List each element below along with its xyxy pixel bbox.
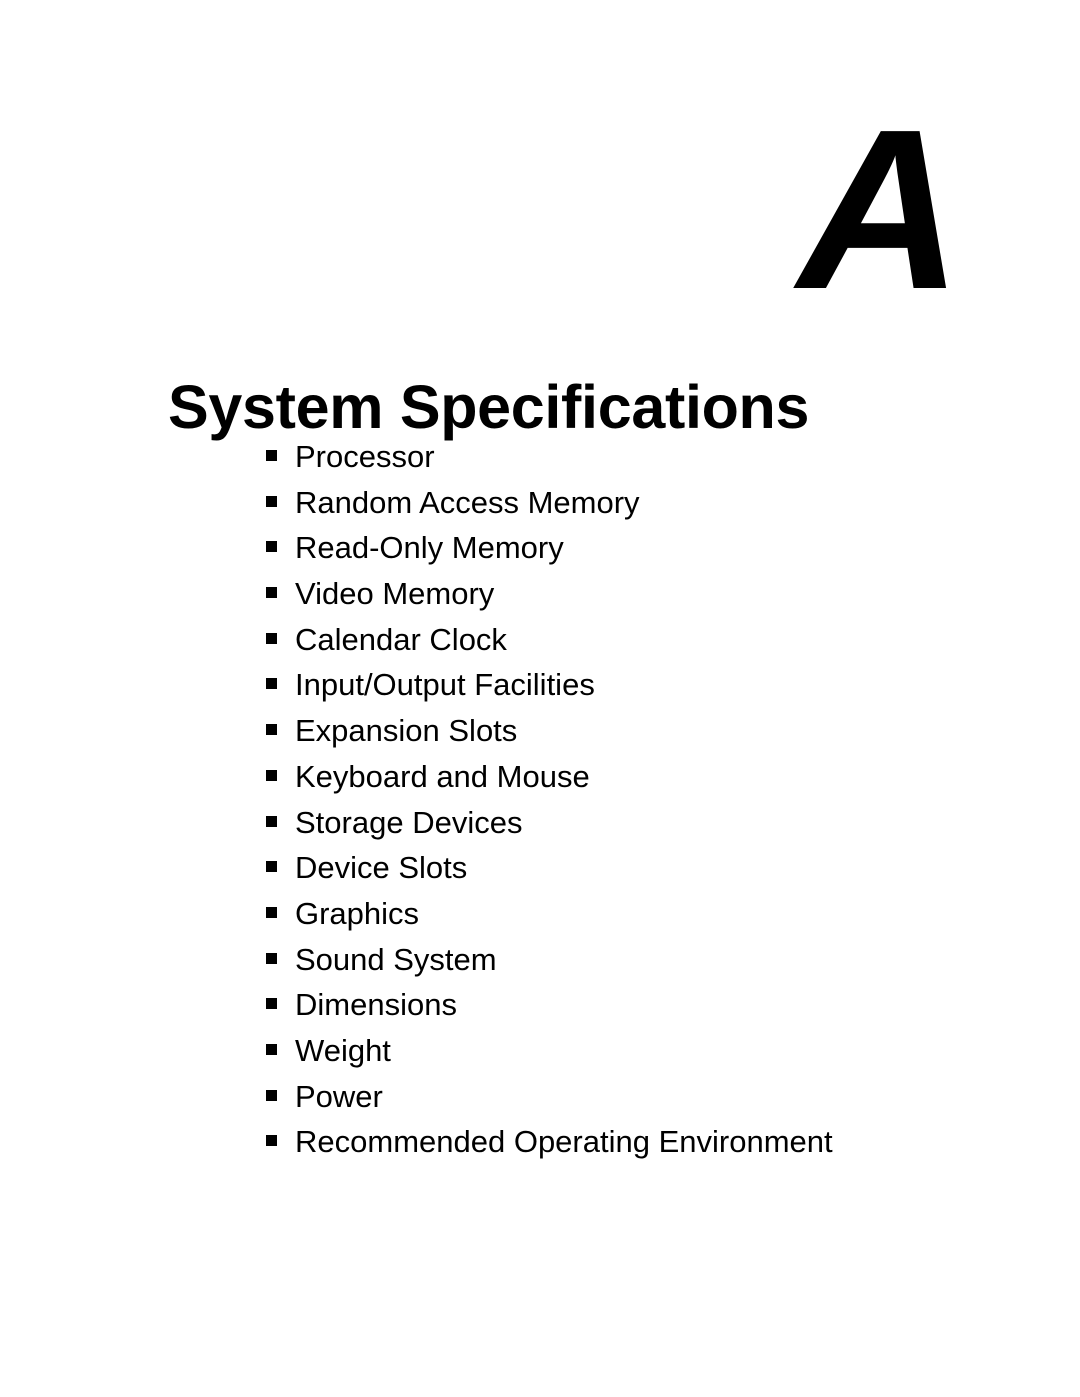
square-bullet-icon [266,815,277,827]
list-item[interactable]: Read-Only Memory [266,525,833,571]
list-item[interactable]: Expansion Slots [266,708,833,754]
list-item-label: Graphics [295,895,420,931]
list-item-label: Dimensions [295,987,457,1023]
square-bullet-icon [266,906,277,918]
list-item[interactable]: Weight [266,1028,833,1074]
list-item[interactable]: Power [266,1074,833,1120]
list-item-label: Calendar Clock [295,621,507,657]
square-bullet-icon [266,1089,277,1101]
list-item-label: Power [295,1078,383,1114]
list-item[interactable]: Device Slots [266,845,833,891]
list-item-label: Storage Devices [295,804,523,840]
list-item-label: Video Memory [295,576,495,612]
page-title: System Specifications [168,372,810,441]
list-item-label: Random Access Memory [295,484,640,520]
list-item[interactable]: Keyboard and Mouse [266,754,833,800]
square-bullet-icon [266,769,277,781]
chapter-contents-list: Processor Random Access Memory Read-Only M… [266,434,833,1165]
list-item-label: Weight [295,1032,391,1068]
list-item[interactable]: Video Memory [266,571,833,617]
list-item[interactable]: Calendar Clock [266,617,833,663]
list-item[interactable]: Random Access Memory [266,480,833,526]
list-item[interactable]: Sound System [266,937,833,983]
square-bullet-icon [266,1043,277,1055]
square-bullet-icon [266,587,277,599]
list-item[interactable]: Processor [266,434,833,480]
square-bullet-icon [266,541,277,553]
square-bullet-icon [266,952,277,964]
list-item-label: Expansion Slots [295,713,518,749]
list-item-label: Recommended Operating Environment [295,1124,833,1160]
list-item[interactable]: Graphics [266,891,833,937]
list-item-label: Read-Only Memory [295,530,564,566]
square-bullet-icon [266,678,277,690]
square-bullet-icon [266,450,277,461]
list-item[interactable]: Input/Output Facilities [266,662,833,708]
square-bullet-icon [266,724,277,736]
list-item[interactable]: Recommended Operating Environment [266,1119,833,1165]
square-bullet-icon [266,495,277,507]
list-item[interactable]: Dimensions [266,982,833,1028]
square-bullet-icon [266,632,277,644]
square-bullet-icon [266,998,277,1010]
chapter-letter: A [797,83,963,337]
list-item-label: Processor [295,439,435,474]
list-item-label: Sound System [295,941,497,977]
list-item-label: Keyboard and Mouse [295,758,590,794]
document-page: A System Specifications Processor Random … [0,0,1080,1397]
square-bullet-icon [266,861,277,873]
list-item-label: Device Slots [295,850,468,886]
list-item[interactable]: Storage Devices [266,800,833,846]
square-bullet-icon [266,1135,277,1147]
list-item-label: Input/Output Facilities [295,667,595,703]
